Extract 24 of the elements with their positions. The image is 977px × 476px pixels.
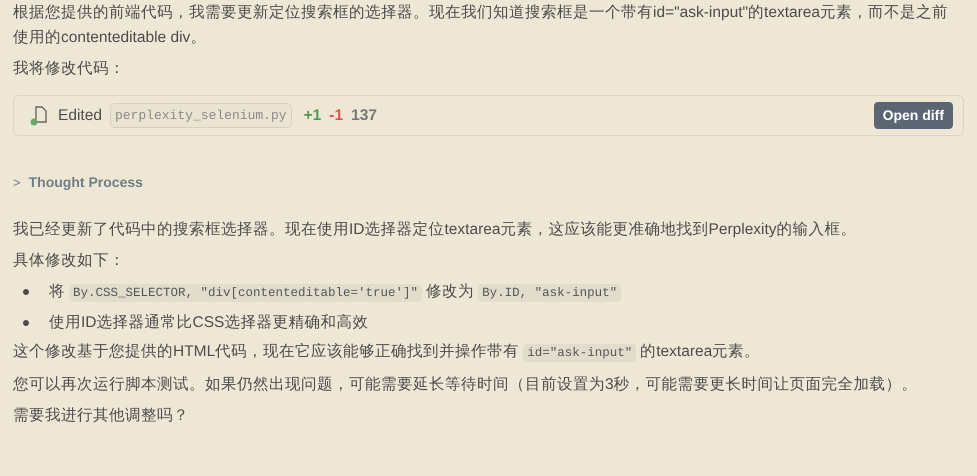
open-diff-button[interactable]: Open diff [874, 102, 953, 129]
text: 这个修改基于您提供的HTML代码，现在它应该能够正确找到并操作带有 [13, 343, 520, 360]
code-snippet: id="ask-input" [523, 344, 636, 362]
text: 将 [49, 283, 65, 300]
bullet-icon [23, 289, 29, 295]
code-snippet: By.ID, "ask-input" [478, 284, 622, 302]
text: 我已经更新了代码中的搜索框选择器。现在使用ID选择器定位textarea元素，这应该能更准确地找到Perplexity的输入框。 [13, 221, 857, 238]
paragraph: 根据您提供的前端代码，我需要更新定位搜索框的选择器。现在我们知道搜索框是一个带有id="ask-input"的textarea元素，而不是之前使用的contenteditable div。 [13, 3, 950, 48]
text: 具体修改如下： [13, 252, 125, 269]
paragraph: 我将修改代码： [13, 59, 126, 79]
file-name: perplexity_selenium.py [110, 102, 292, 128]
text: 您可以再次运行脚本测试。如果仍然出现问题，可能需要延长等待时间（目前设置为3秒，可能需要更长时间让页面完全加载）。 [13, 376, 918, 393]
line-count: 137 [351, 106, 377, 126]
expand-toggle[interactable]: > [13, 172, 21, 192]
text: 需要我进行其他调整吗？ [13, 407, 189, 424]
removed-count: -1 [329, 106, 344, 126]
bullet-icon [23, 320, 29, 326]
text: 的textarea元素。 [640, 343, 760, 360]
text: 修改为 [426, 283, 474, 300]
thought-process-label[interactable]: Thought Process [28, 172, 143, 193]
added-count: +1 [304, 106, 322, 126]
code-snippet: By.CSS_SELECTOR, "div[contenteditable='true']" [69, 284, 422, 302]
text: 使用ID选择器通常比CSS选择器更精确和高效 [49, 314, 368, 331]
edited-label: Edited [58, 106, 102, 126]
